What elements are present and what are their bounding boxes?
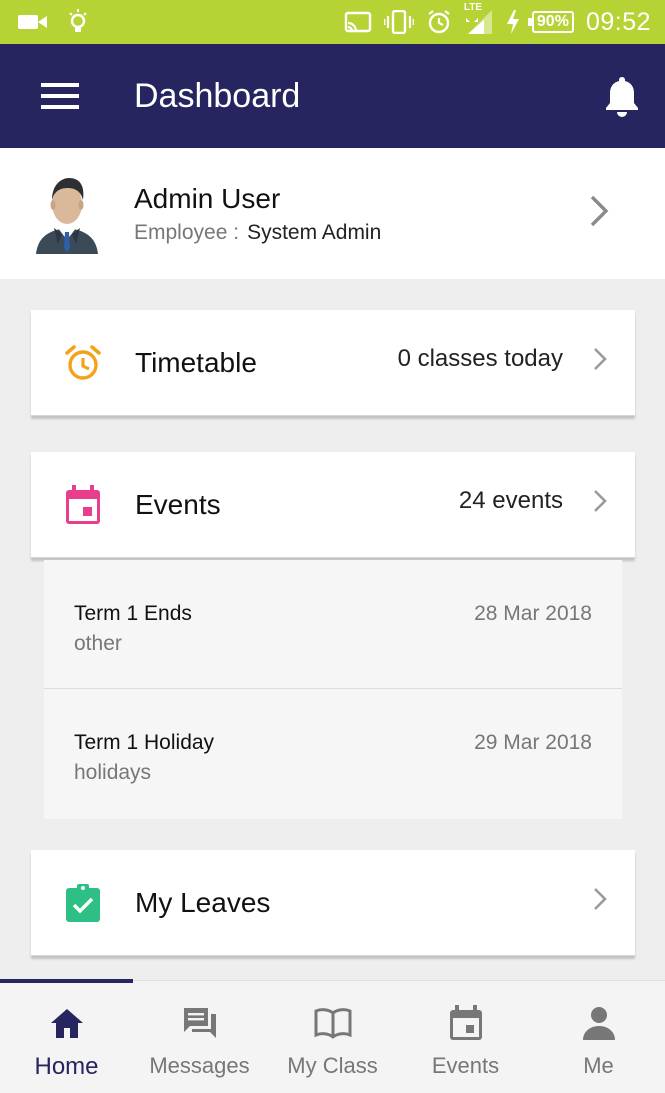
- charging-icon: [506, 10, 520, 34]
- battery-percent: 90%: [536, 13, 569, 30]
- status-time: 09:52: [585, 7, 651, 36]
- chevron-right-icon: [593, 489, 607, 513]
- book-icon: [314, 1003, 352, 1043]
- app-root: LTE 90% 09:52 Dashboard Admin User Emplo…: [0, 0, 665, 1093]
- cast-icon: [344, 11, 372, 33]
- person-icon: [582, 1003, 616, 1043]
- nav-events[interactable]: Events: [399, 981, 532, 1093]
- profile-row[interactable]: Admin User Employee : System Admin: [0, 148, 665, 279]
- event-date: 29 Mar 2018: [474, 731, 592, 754]
- chevron-right-icon: [593, 347, 607, 371]
- event-category: holidays: [74, 761, 152, 784]
- nav-label-messages: Messages: [149, 1053, 250, 1078]
- event-category: other: [74, 632, 122, 655]
- page-title: Dashboard: [134, 76, 301, 115]
- card-title-timetable: Timetable: [135, 346, 257, 378]
- network-type-label: LTE: [463, 2, 483, 13]
- nav-my-class[interactable]: My Class: [266, 981, 399, 1093]
- nav-label-events: Events: [431, 1053, 500, 1078]
- video-camera-icon: [18, 13, 48, 31]
- alarm-clock-icon: [63, 343, 103, 383]
- profile-role-value: System Admin: [247, 220, 382, 244]
- status-bar: LTE 90% 09:52: [0, 0, 665, 44]
- card-value-events: 24 events: [458, 486, 563, 514]
- lightbulb-icon: [68, 8, 88, 36]
- profile-role-label: Employee :: [134, 220, 240, 244]
- active-tab-indicator: [0, 979, 133, 983]
- nav-label-my-class: My Class: [287, 1053, 378, 1078]
- app-bar: Dashboard: [0, 44, 665, 148]
- chevron-right-icon: [593, 887, 607, 911]
- card-title-leaves: My Leaves: [135, 886, 271, 918]
- alarm-icon: [426, 9, 452, 35]
- card-value-timetable: 0 classes today: [397, 344, 563, 372]
- nav-label-home: Home: [34, 1053, 99, 1080]
- card-title-events: Events: [135, 488, 221, 520]
- profile-role: Employee : System Admin: [134, 221, 381, 245]
- vibrate-icon: [383, 10, 414, 34]
- hamburger-menu-icon[interactable]: [30, 66, 90, 126]
- signal-icon: LTE: [464, 2, 494, 36]
- battery-icon: 90%: [527, 11, 574, 33]
- calendar-icon: [449, 1003, 483, 1043]
- nav-label-me: Me: [583, 1053, 614, 1078]
- avatar: [32, 174, 102, 254]
- timetable-card[interactable]: Timetable 0 classes today: [31, 310, 635, 416]
- home-icon: [50, 1003, 84, 1043]
- event-date: 28 Mar 2018: [474, 602, 592, 625]
- nav-me[interactable]: Me: [532, 981, 665, 1093]
- events-list: Term 1 Ends 28 Mar 2018 other Term 1 Hol…: [44, 560, 622, 819]
- bottom-navigation: Home Messages My Class Events Me: [0, 979, 665, 1093]
- clipboard-check-icon: [63, 883, 103, 923]
- event-title: Term 1 Holiday: [74, 731, 215, 754]
- profile-name: Admin User: [134, 182, 281, 214]
- events-card[interactable]: Events 24 events: [31, 452, 635, 558]
- messages-icon: [182, 1003, 218, 1043]
- nav-home[interactable]: Home: [0, 981, 133, 1093]
- bell-icon[interactable]: [597, 66, 647, 126]
- calendar-icon: [63, 484, 103, 525]
- list-item[interactable]: Term 1 Ends 28 Mar 2018 other: [44, 560, 622, 688]
- list-item[interactable]: Term 1 Holiday 29 Mar 2018 holidays: [44, 688, 622, 819]
- event-title: Term 1 Ends: [74, 602, 192, 625]
- leaves-card[interactable]: My Leaves: [31, 850, 635, 956]
- nav-messages[interactable]: Messages: [133, 981, 266, 1093]
- chevron-right-icon: [589, 194, 609, 233]
